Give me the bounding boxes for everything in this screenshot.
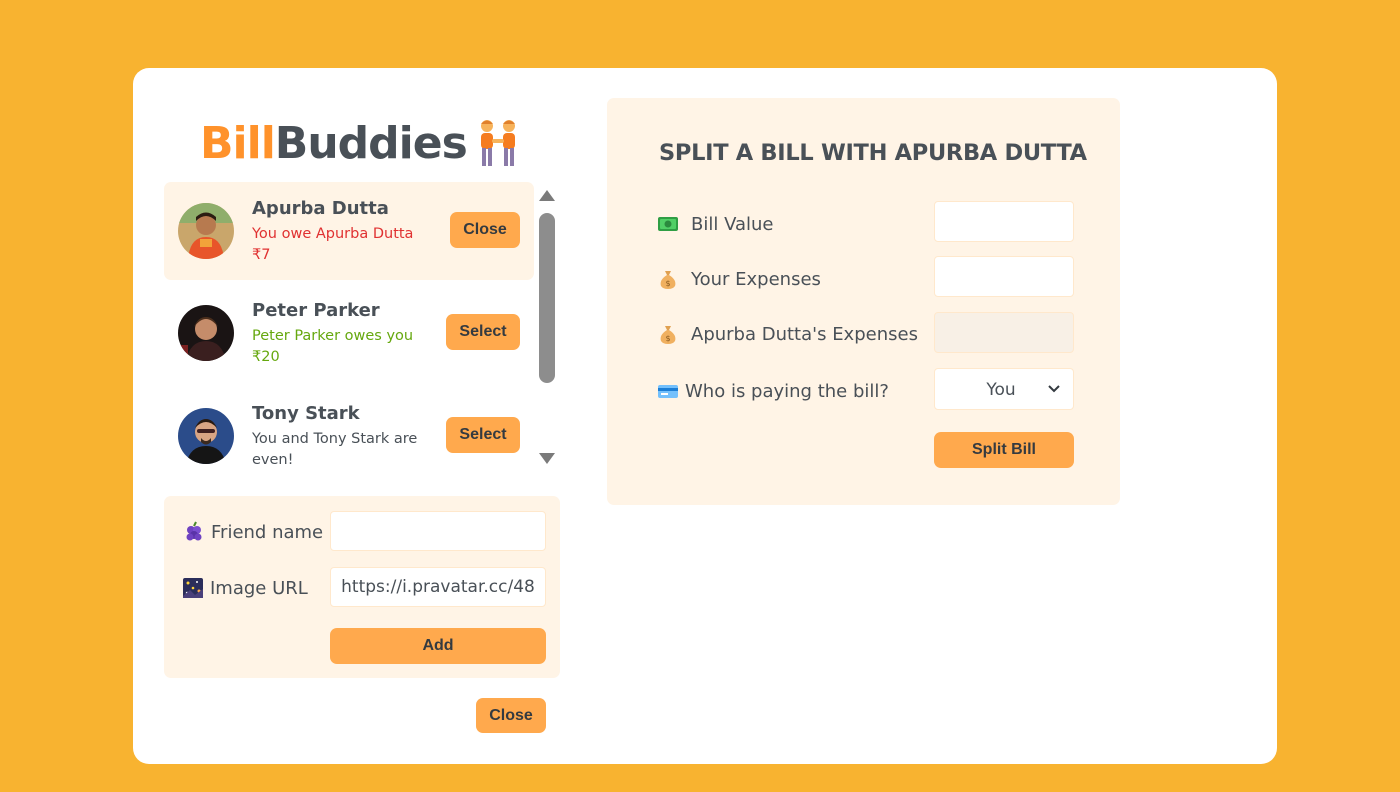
- payer-select-value: You: [986, 380, 1016, 400]
- balance-text: You owe Apurba Dutta: [252, 226, 414, 242]
- your-expenses-label-text: Your Expenses: [691, 268, 821, 290]
- friend-item[interactable]: Apurba Dutta You owe Apurba Dutta ₹7 Clo…: [164, 182, 534, 280]
- scroll-up-arrow-icon[interactable]: [539, 190, 555, 201]
- app-logo: Bill Buddies: [200, 113, 519, 173]
- people-holding-hands-icon: [477, 117, 519, 169]
- friend-name: Tony Stark: [252, 403, 360, 424]
- scrollbar-thumb[interactable]: [539, 213, 555, 383]
- friend-balance: Peter Parker owes you ₹20: [252, 326, 432, 368]
- payer-select[interactable]: You: [934, 368, 1074, 410]
- payer-label: Who is paying the bill?: [657, 380, 889, 402]
- bill-value-input[interactable]: [934, 201, 1074, 242]
- chevron-down-icon: [1047, 381, 1061, 401]
- your-expenses-label: $ Your Expenses: [657, 268, 821, 290]
- friend-item[interactable]: Tony Stark You and Tony Stark are even! …: [164, 387, 534, 472]
- friend-name: Peter Parker: [252, 300, 380, 321]
- image-url-label-text: Image URL: [210, 577, 308, 599]
- select-button[interactable]: Select: [446, 417, 520, 453]
- your-expenses-input[interactable]: [934, 256, 1074, 297]
- money-icon: [657, 213, 679, 235]
- bill-value-label: Bill Value: [657, 213, 774, 235]
- balance-amount: ₹7: [252, 247, 271, 263]
- split-form-title: Split a bill with Apurba Dutta: [659, 140, 1087, 166]
- grapes-icon: [183, 521, 205, 543]
- friend-balance: You and Tony Stark are even!: [252, 429, 432, 471]
- friends-list[interactable]: Apurba Dutta You owe Apurba Dutta ₹7 Clo…: [164, 182, 534, 472]
- friend-name: Apurba Dutta: [252, 198, 389, 219]
- close-form-button[interactable]: Close: [476, 698, 546, 733]
- scroll-down-arrow-icon[interactable]: [539, 453, 555, 464]
- friend-name-input[interactable]: [330, 511, 546, 551]
- friend-balance: You owe Apurba Dutta ₹7: [252, 224, 432, 266]
- image-url-label: Image URL: [182, 577, 308, 599]
- avatar: [178, 305, 234, 361]
- moneybag-icon: $: [657, 268, 679, 290]
- balance-text: Peter Parker owes you: [252, 328, 414, 344]
- svg-text:$: $: [665, 334, 670, 343]
- logo-buddies: Buddies: [274, 117, 468, 169]
- avatar: [178, 203, 234, 259]
- split-bill-button[interactable]: Split Bill: [934, 432, 1074, 468]
- svg-text:$: $: [665, 279, 670, 288]
- friend-name-label: Friend name: [183, 521, 323, 543]
- close-button[interactable]: Close: [450, 212, 520, 248]
- avatar: [178, 408, 234, 464]
- balance-amount: ₹20: [252, 349, 280, 365]
- friend-expenses-input: [934, 312, 1074, 353]
- friend-name-label-text: Friend name: [211, 521, 324, 543]
- credit-card-icon: [657, 380, 679, 402]
- moneybag-icon: $: [657, 323, 679, 345]
- friend-expenses-label: $ Apurba Dutta's Expenses: [657, 323, 918, 345]
- select-button[interactable]: Select: [446, 314, 520, 350]
- logo-bill: Bill: [200, 117, 276, 169]
- add-friend-button[interactable]: Add: [330, 628, 546, 664]
- bill-value-label-text: Bill Value: [691, 213, 774, 235]
- picture-icon: [182, 577, 204, 599]
- balance-text: You and Tony Stark are: [252, 431, 418, 447]
- payer-label-text: Who is paying the bill?: [685, 380, 889, 402]
- image-url-input[interactable]: [330, 567, 546, 607]
- friend-item[interactable]: Peter Parker Peter Parker owes you ₹20 S…: [164, 284, 534, 382]
- balance-amount: even!: [252, 452, 294, 468]
- friend-expenses-label-text: Apurba Dutta's Expenses: [691, 323, 918, 345]
